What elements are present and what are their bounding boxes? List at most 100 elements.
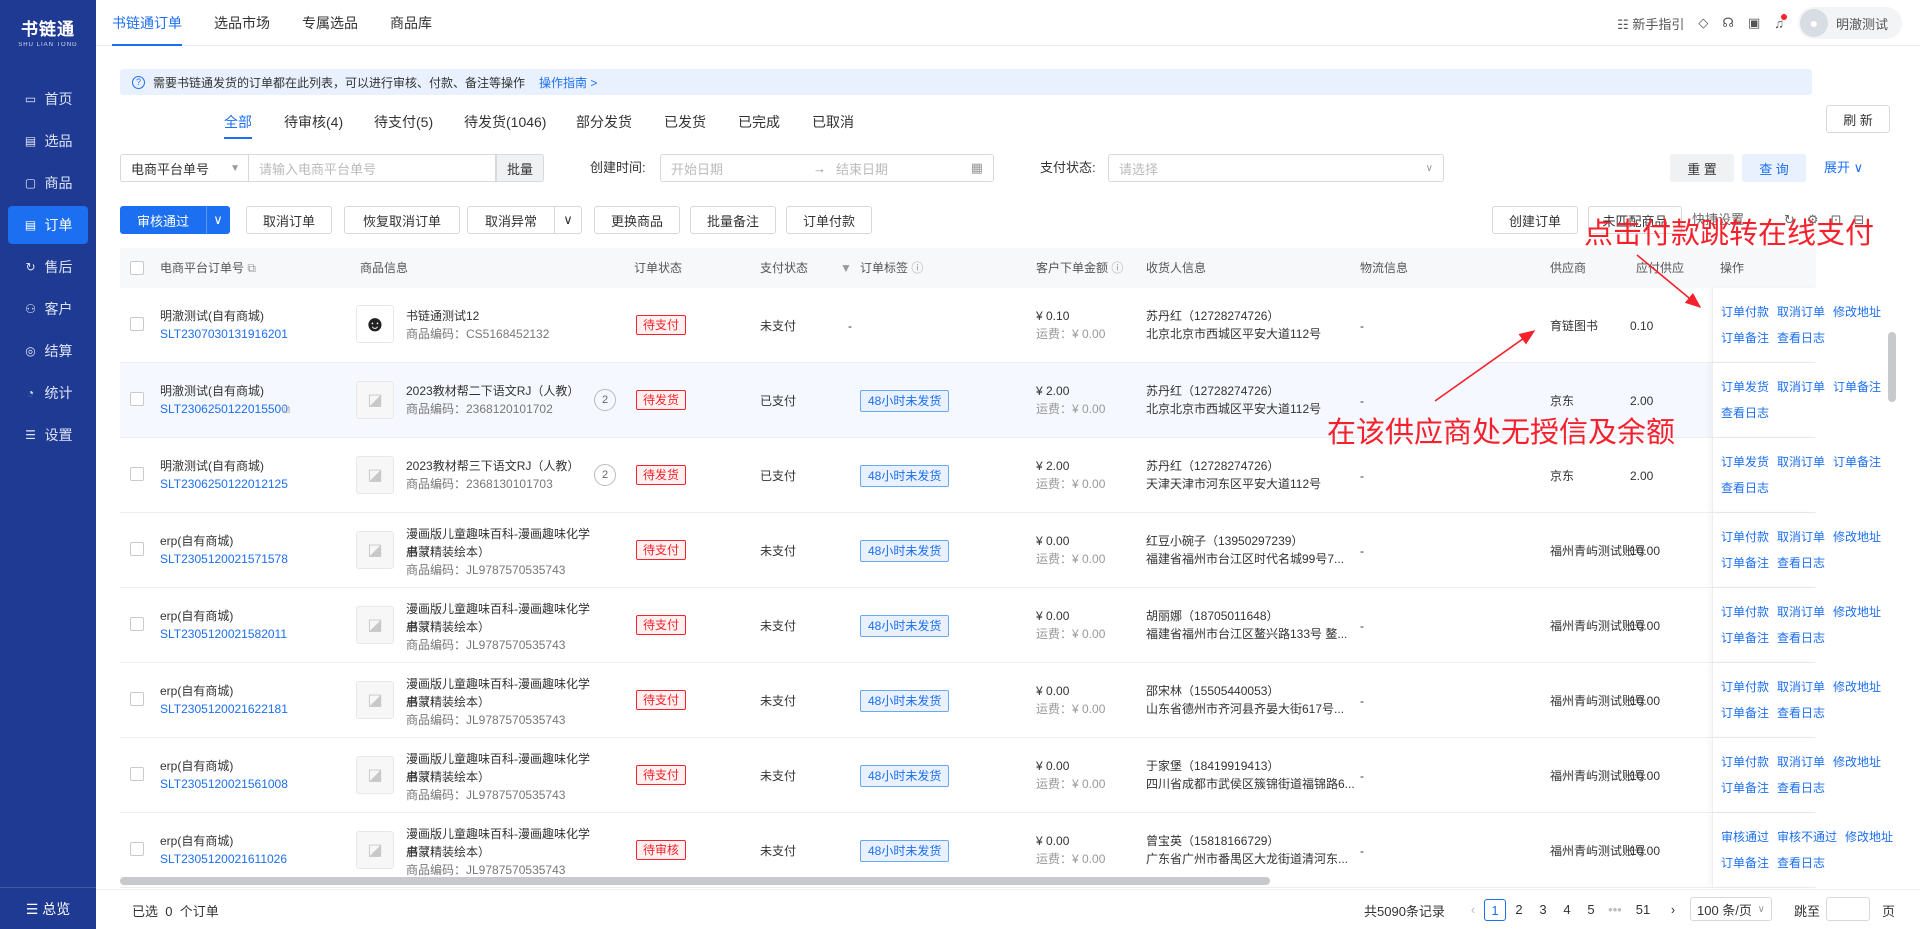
op-address-link[interactable]: 修改地址: [1833, 603, 1881, 620]
order-number-link[interactable]: SLT2307030131916201: [160, 325, 288, 343]
op-note-link[interactable]: 订单备注: [1721, 854, 1769, 871]
row-checkbox[interactable]: [130, 617, 144, 631]
page-4[interactable]: 4: [1556, 899, 1578, 921]
platform-order-input[interactable]: 请输入电商平台单号: [248, 154, 496, 182]
create-order-button[interactable]: 创建订单: [1492, 206, 1578, 234]
filter-icon[interactable]: ▼: [840, 248, 852, 288]
row-checkbox[interactable]: [130, 692, 144, 706]
sidebar-item-2[interactable]: ▢ 商品: [8, 164, 88, 202]
op-log-link[interactable]: 查看日志: [1777, 704, 1825, 721]
status-tab-4[interactable]: 部分发货: [576, 109, 632, 139]
op-note-link[interactable]: 订单备注: [1721, 554, 1769, 571]
op-note-link[interactable]: 查看日志: [1721, 479, 1769, 496]
op-note-link[interactable]: 查看日志: [1721, 404, 1769, 421]
approve-button[interactable]: 审核通过: [120, 206, 206, 234]
tab-product-library[interactable]: 商品库: [390, 0, 432, 46]
status-tab-0[interactable]: 全部: [224, 109, 252, 139]
sidebar-item-5[interactable]: ⚇ 客户: [8, 290, 88, 328]
horizontal-scrollbar[interactable]: [120, 877, 1270, 885]
page-2[interactable]: 2: [1508, 899, 1530, 921]
op-pay-link[interactable]: 审核通过: [1721, 828, 1769, 845]
op-address-link[interactable]: 订单备注: [1833, 453, 1881, 470]
table-row[interactable]: erp(自有商城) SLT2305120021622181 ◪ 漫画版儿童趣味百科-漫…: [120, 663, 1881, 738]
batch-note-button[interactable]: 批量备注: [690, 206, 776, 234]
qr-icon[interactable]: ▣: [1748, 15, 1760, 31]
op-address-link[interactable]: 修改地址: [1833, 303, 1881, 320]
op-log-link[interactable]: 查看日志: [1777, 854, 1825, 871]
bell-icon[interactable]: ♫: [1774, 13, 1787, 31]
order-number-link[interactable]: SLT2305120021571578: [160, 550, 288, 568]
sidebar-item-6[interactable]: ◎ 结算: [8, 332, 88, 370]
op-cancel-link[interactable]: 取消订单: [1777, 528, 1825, 545]
cancel-abnormal-dropdown[interactable]: ∨: [554, 206, 582, 234]
row-checkbox[interactable]: [130, 542, 144, 556]
guide-link[interactable]: ☷ 新手指引: [1617, 14, 1684, 33]
tab-exclusive-selection[interactable]: 专属选品: [302, 0, 358, 46]
table-row[interactable]: 明澈测试(自有商城) SLT2307030131916201 ☻ 书链通测试12 商品编…: [120, 288, 1881, 363]
op-cancel-link[interactable]: 取消订单: [1777, 603, 1825, 620]
order-number-link[interactable]: SLT2305120021582011: [160, 625, 287, 643]
query-button[interactable]: 查 询: [1742, 154, 1806, 182]
headset-icon[interactable]: ☊: [1722, 15, 1734, 31]
order-number-link[interactable]: SLT2305120021611026: [160, 850, 287, 868]
row-checkbox[interactable]: [130, 392, 144, 406]
brand-logo[interactable]: 书链通 SHU LIAN TONG: [0, 0, 96, 62]
op-pay-link[interactable]: 订单发货: [1721, 453, 1769, 470]
batch-button[interactable]: 批量: [496, 154, 544, 182]
table-row[interactable]: erp(自有商城) SLT2305120021571578 ◪ 漫画版儿童趣味百科-漫…: [120, 513, 1881, 588]
op-pay-link[interactable]: 订单发货: [1721, 378, 1769, 395]
row-checkbox[interactable]: [130, 842, 144, 856]
op-address-link[interactable]: 修改地址: [1833, 753, 1881, 770]
copy-icon[interactable]: ⧉: [282, 400, 291, 418]
operation-guide-link[interactable]: 操作指南 >: [539, 74, 597, 91]
status-tab-5[interactable]: 已发货: [664, 109, 706, 139]
next-page-icon[interactable]: ›: [1662, 899, 1684, 921]
order-number-link[interactable]: SLT2305120021622181: [160, 700, 288, 718]
row-checkbox[interactable]: [130, 467, 144, 481]
op-address-link[interactable]: 订单备注: [1833, 378, 1881, 395]
expand-filters-button[interactable]: 展开 ∨: [1824, 154, 1863, 182]
table-row[interactable]: erp(自有商城) SLT2305120021561008 ◪ 漫画版儿童趣味百科-漫…: [120, 738, 1881, 813]
op-note-link[interactable]: 订单备注: [1721, 779, 1769, 796]
op-address-link[interactable]: 修改地址: [1845, 828, 1893, 845]
pay-order-button[interactable]: 订单付款: [786, 206, 872, 234]
op-note-link[interactable]: 订单备注: [1721, 329, 1769, 346]
tab-shulian-orders[interactable]: 书链通订单: [112, 0, 182, 46]
tab-product-market[interactable]: 选品市场: [214, 0, 270, 46]
op-cancel-link[interactable]: 取消订单: [1777, 678, 1825, 695]
sidebar-item-0[interactable]: ▭ 首页: [8, 80, 88, 118]
op-log-link[interactable]: 查看日志: [1777, 629, 1825, 646]
order-number-link[interactable]: SLT2305120021561008: [160, 775, 288, 793]
select-all-checkbox[interactable]: [130, 261, 144, 275]
page-size-select[interactable]: 100 条/页 ∨: [1690, 897, 1772, 921]
date-range-picker[interactable]: 开始日期 → 结束日期 ▦: [660, 154, 994, 182]
page-3[interactable]: 3: [1532, 899, 1554, 921]
platform-order-select[interactable]: 电商平台单号 ▼: [120, 154, 248, 182]
op-note-link[interactable]: 订单备注: [1721, 704, 1769, 721]
change-goods-button[interactable]: 更换商品: [594, 206, 680, 234]
sidebar-item-3[interactable]: ▤ 订单: [8, 206, 88, 244]
op-note-link[interactable]: 订单备注: [1721, 629, 1769, 646]
copy-icon[interactable]: ⧉: [247, 261, 256, 275]
op-pay-link[interactable]: 订单付款: [1721, 753, 1769, 770]
overview-button[interactable]: ☰ 总览: [0, 887, 96, 929]
sidebar-item-1[interactable]: ▤ 选品: [8, 122, 88, 160]
status-tab-2[interactable]: 待支付(5): [374, 109, 433, 139]
status-tab-7[interactable]: 已取消: [812, 109, 854, 139]
op-pay-link[interactable]: 订单付款: [1721, 603, 1769, 620]
order-number-link[interactable]: SLT2306250122015500: [160, 400, 288, 418]
op-pay-link[interactable]: 订单付款: [1721, 678, 1769, 695]
table-row[interactable]: 明澈测试(自有商城) SLT2306250122012125 ◪ 2023教材帮三下语…: [120, 438, 1881, 513]
row-checkbox[interactable]: [130, 767, 144, 781]
status-tab-3[interactable]: 待发货(1046): [464, 109, 546, 139]
op-cancel-link[interactable]: 取消订单: [1777, 303, 1825, 320]
order-number-link[interactable]: SLT2306250122012125: [160, 475, 288, 493]
op-log-link[interactable]: 查看日志: [1777, 329, 1825, 346]
user-menu[interactable]: ● 明澈测试: [1797, 7, 1902, 39]
goto-page-input[interactable]: [1826, 897, 1870, 921]
status-tab-1[interactable]: 待审核(4): [284, 109, 343, 139]
vertical-scrollbar[interactable]: [1888, 332, 1896, 402]
refresh-button[interactable]: 刷 新: [1826, 105, 1890, 133]
page-51[interactable]: 51: [1632, 899, 1654, 921]
cancel-abnormal-button[interactable]: 取消异常: [467, 206, 555, 234]
